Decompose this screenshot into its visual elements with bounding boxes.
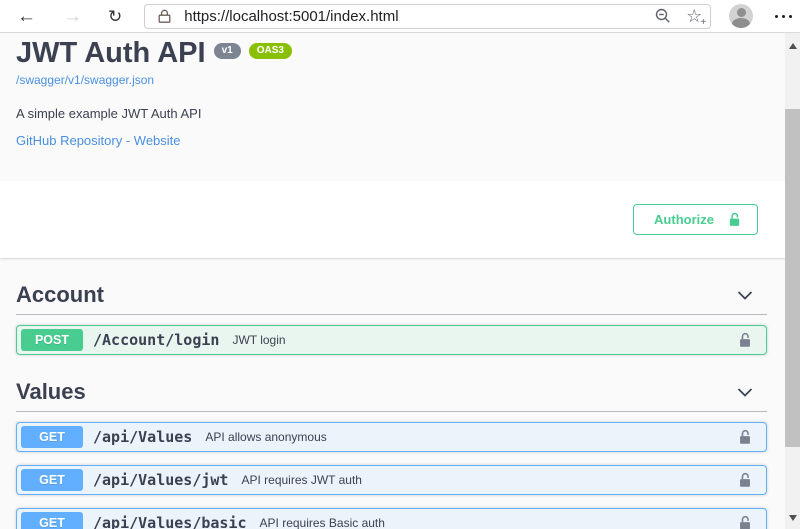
scrollbar-thumb[interactable] xyxy=(785,109,800,447)
http-method-badge: GET xyxy=(21,512,83,529)
ellipsis-menu-icon[interactable] xyxy=(775,14,793,18)
external-links: GitHub Repository - Website xyxy=(16,133,765,148)
http-method-badge: POST xyxy=(21,329,83,351)
forward-arrow-icon[interactable]: → xyxy=(63,7,82,26)
unlocked-padlock-icon[interactable] xyxy=(736,471,754,489)
ssl-lock-icon[interactable] xyxy=(156,8,173,25)
section-title: Values xyxy=(16,379,86,404)
scheme-container: Authorize xyxy=(0,181,785,258)
version-badge: v1 xyxy=(213,43,241,59)
endpoint-path: /api/Values/basic xyxy=(93,514,247,529)
authorize-label: Authorize xyxy=(654,212,714,227)
endpoint-summary: API requires JWT auth xyxy=(241,473,362,487)
section-header-values[interactable]: Values xyxy=(16,369,767,412)
website-link[interactable]: Website xyxy=(134,133,181,148)
star-plus-glyph: + xyxy=(700,17,707,28)
spec-json-link[interactable]: /swagger/v1/swagger.json xyxy=(16,73,154,87)
http-method-badge: GET xyxy=(21,469,83,491)
back-arrow-icon[interactable]: ← xyxy=(17,7,36,26)
api-info-section: JWT Auth API v1 OAS3 /swagger/v1/swagger… xyxy=(0,33,785,181)
unlocked-padlock-icon xyxy=(726,211,743,228)
refresh-icon[interactable]: ↻ xyxy=(108,8,122,25)
vertical-scrollbar[interactable] xyxy=(785,33,800,529)
address-bar[interactable]: https://localhost:5001/index.html ☆ + xyxy=(144,3,712,29)
scroll-up-arrow-icon[interactable] xyxy=(788,43,797,49)
authorize-button[interactable]: Authorize xyxy=(633,204,758,235)
endpoint-path: /api/Values/jwt xyxy=(93,471,229,489)
link-separator: - xyxy=(122,132,134,148)
endpoint-row-values-jwt[interactable]: GET /api/Values/jwt API requires JWT aut… xyxy=(16,465,767,495)
api-description: A simple example JWT Auth API xyxy=(16,105,202,121)
unlocked-padlock-icon[interactable] xyxy=(736,514,754,529)
endpoint-row-values[interactable]: GET /api/Values API allows anonymous xyxy=(16,422,767,452)
scroll-down-arrow-icon[interactable] xyxy=(788,515,797,521)
chevron-down-icon xyxy=(737,387,753,397)
unlocked-padlock-icon[interactable] xyxy=(736,331,754,349)
endpoint-path: /Account/login xyxy=(93,331,220,349)
swagger-ui-page: JWT Auth API v1 OAS3 /swagger/v1/swagger… xyxy=(0,33,800,529)
star-add-icon[interactable]: ☆ + xyxy=(686,7,706,28)
section-header-account[interactable]: Account xyxy=(16,272,767,315)
url-text[interactable]: https://localhost:5001/index.html xyxy=(184,8,640,25)
oas3-badge: OAS3 xyxy=(248,43,292,59)
endpoint-row-values-basic[interactable]: GET /api/Values/basic API requires Basic… xyxy=(16,508,767,529)
endpoint-row-account-login[interactable]: POST /Account/login JWT login xyxy=(16,325,767,355)
avatar-body xyxy=(732,18,751,28)
chevron-down-icon xyxy=(737,290,753,300)
unlocked-padlock-icon[interactable] xyxy=(736,428,754,446)
page-title: JWT Auth API xyxy=(16,37,206,69)
endpoint-summary: API allows anonymous xyxy=(205,430,327,444)
github-repository-link[interactable]: GitHub Repository xyxy=(16,133,122,148)
endpoint-summary: JWT login xyxy=(232,333,286,347)
profile-avatar[interactable] xyxy=(729,4,754,28)
http-method-badge: GET xyxy=(21,426,83,448)
section-title: Account xyxy=(16,282,104,307)
endpoint-path: /api/Values xyxy=(93,428,193,446)
endpoint-summary: API requires Basic auth xyxy=(259,516,385,529)
avatar-head xyxy=(736,8,746,17)
zoom-out-icon[interactable] xyxy=(654,7,672,25)
browser-toolbar: ← → ↻ https://localhost:5001/index.html … xyxy=(0,0,800,33)
operations-container: Account POST /Account/login JWT login Va… xyxy=(0,272,785,529)
